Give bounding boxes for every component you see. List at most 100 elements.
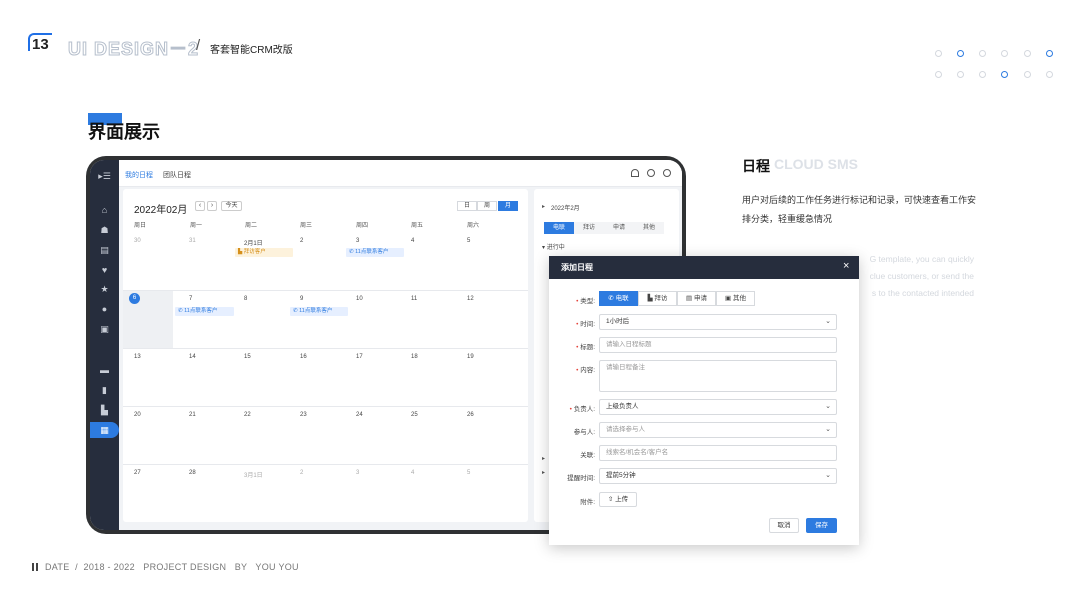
field-label: • 负责人: <box>569 406 595 413</box>
day-number[interactable]: 22 <box>244 412 251 418</box>
related-input[interactable]: 线索名/机会名/客户名 <box>599 445 837 461</box>
type-option-apply[interactable]: ▤ 申请 <box>677 291 716 306</box>
tab-team-schedule[interactable]: 团队日程 <box>163 170 191 180</box>
today-button[interactable]: 今天 <box>221 201 242 211</box>
feature-title-en: CLOUD SMS <box>774 156 858 172</box>
day-number[interactable]: 2 <box>300 470 303 476</box>
day-number[interactable]: 3 <box>356 238 359 244</box>
section-title: 界面展示 <box>88 122 160 142</box>
participants-label: 参与人: <box>573 429 595 436</box>
calendar-event[interactable]: ▙ 拜访客户 <box>235 248 293 257</box>
caret-right-icon[interactable]: ▸ <box>542 203 545 210</box>
calendar-event[interactable]: ✆ 11点联系客户 <box>175 307 234 316</box>
time-select[interactable]: 1小时后 ⌄ <box>599 314 837 330</box>
day-number[interactable]: 26 <box>467 412 474 418</box>
owner-select[interactable]: 上级负责人 ⌄ <box>599 399 837 415</box>
panel-tab-visit[interactable]: 拜访 <box>574 222 604 234</box>
report-icon[interactable]: ▣ <box>90 321 119 337</box>
day-number[interactable]: 12 <box>467 296 474 302</box>
type-option-visit[interactable]: ▙ 拜访 <box>638 291 677 306</box>
day-number[interactable]: 31 <box>189 238 196 244</box>
chart-icon[interactable]: ▙ <box>90 402 119 418</box>
upload-button[interactable]: ⇧ 上传 <box>599 492 637 507</box>
day-number[interactable]: 23 <box>300 412 307 418</box>
customer-icon[interactable]: ☗ <box>90 222 119 238</box>
reminder-select[interactable]: 提前5分钟 ⌄ <box>599 468 837 484</box>
participants-placeholder: 请选择参与人 <box>606 426 645 433</box>
day-number[interactable]: 20 <box>134 412 141 418</box>
day-number[interactable]: 17 <box>356 354 363 360</box>
type-option-call[interactable]: ✆ 电联 <box>599 291 638 306</box>
day-number[interactable]: 30 <box>134 238 141 244</box>
document-icon[interactable]: ▤ <box>90 242 119 258</box>
day-number[interactable]: 15 <box>244 354 251 360</box>
briefcase-icon[interactable]: ▬ <box>90 362 119 378</box>
day-number[interactable]: 5 <box>467 238 470 244</box>
day-number[interactable]: 5 <box>467 470 470 476</box>
home-icon[interactable]: ⌂ <box>90 202 119 218</box>
day-number[interactable]: 3月1日 <box>244 470 263 479</box>
day-number[interactable]: 28 <box>189 470 196 476</box>
save-button[interactable]: 保存 <box>806 518 837 533</box>
day-number[interactable]: 25 <box>411 412 418 418</box>
calendar-icon[interactable]: ▦ <box>90 422 119 438</box>
day-number[interactable]: 19 <box>467 354 474 360</box>
menu-icon[interactable]: ▸☰ <box>90 168 119 184</box>
weekday-header: 周三 <box>300 223 313 229</box>
field-label: • 标题: <box>576 344 595 351</box>
panel-tab-apply[interactable]: 申请 <box>604 222 634 234</box>
panel-tab-other[interactable]: 其他 <box>634 222 664 234</box>
handshake-icon[interactable]: ♥ <box>90 262 119 278</box>
cancel-button[interactable]: 取消 <box>769 518 799 533</box>
headset-icon[interactable] <box>631 169 639 177</box>
day-number[interactable]: 7 <box>189 296 192 302</box>
user-icon[interactable] <box>663 169 671 177</box>
view-month-button[interactable]: 月 <box>498 201 518 211</box>
star-icon[interactable]: ★ <box>90 281 119 297</box>
day-number[interactable]: 8 <box>244 296 247 302</box>
day-number[interactable]: 2 <box>300 238 303 244</box>
day-number[interactable]: 13 <box>134 354 141 360</box>
tab-my-schedule[interactable]: 我的日程 <box>125 170 153 180</box>
day-number[interactable]: 14 <box>189 354 196 360</box>
dot <box>957 50 964 57</box>
day-number[interactable]: 2月1日 <box>244 238 263 247</box>
participants-select[interactable]: 请选择参与人 ⌄ <box>599 422 837 438</box>
in-progress-group[interactable]: ▾ 进行中 <box>542 242 565 251</box>
view-day-button[interactable]: 日 <box>457 201 477 211</box>
day-number[interactable]: 10 <box>356 296 363 302</box>
feature-description-en-line: G template, you can quickly <box>869 254 974 264</box>
title-input[interactable]: 请输入日程标题 <box>599 337 837 353</box>
next-month-button[interactable]: › <box>207 201 217 211</box>
day-number[interactable]: 3 <box>356 470 359 476</box>
chat-icon[interactable]: ● <box>90 301 119 317</box>
caret-right-icon[interactable]: ▸ <box>542 455 545 462</box>
panel-tab-call[interactable]: 电联 <box>544 222 574 234</box>
day-number[interactable]: 4 <box>411 470 414 476</box>
week-divider <box>123 464 528 465</box>
day-number[interactable]: 21 <box>189 412 196 418</box>
calendar-event[interactable]: ✆ 11点联系客户 <box>290 307 348 316</box>
caret-right-icon[interactable]: ▸ <box>542 469 545 476</box>
day-number[interactable]: 16 <box>300 354 307 360</box>
type-option-label: 电联 <box>615 295 629 302</box>
weekday-header: 周二 <box>245 223 258 229</box>
day-number[interactable]: 18 <box>411 354 418 360</box>
weekday-header: 周一 <box>190 223 203 229</box>
view-week-button[interactable]: 周 <box>477 201 497 211</box>
day-number[interactable]: 9 <box>300 296 303 302</box>
clipboard-icon[interactable]: ▮ <box>90 382 119 398</box>
upload-label: 上传 <box>615 496 629 503</box>
today-badge[interactable]: 6 <box>129 293 140 304</box>
prev-month-button[interactable]: ‹ <box>195 201 205 211</box>
day-number[interactable]: 11 <box>411 296 417 302</box>
day-number[interactable]: 4 <box>411 238 414 244</box>
calendar-event[interactable]: ✆ 11点联系客户 <box>346 248 404 257</box>
day-number[interactable]: 27 <box>134 470 141 476</box>
page-header-subtitle: 客套智能CRM改版 <box>210 45 293 56</box>
header-separator: / <box>196 37 201 54</box>
day-number[interactable]: 24 <box>356 412 363 418</box>
feature-description-en: G template, you can quickly clue customer… <box>742 251 974 302</box>
content-textarea[interactable]: 请输日程备注 <box>599 360 837 392</box>
clock-icon[interactable] <box>647 169 655 177</box>
